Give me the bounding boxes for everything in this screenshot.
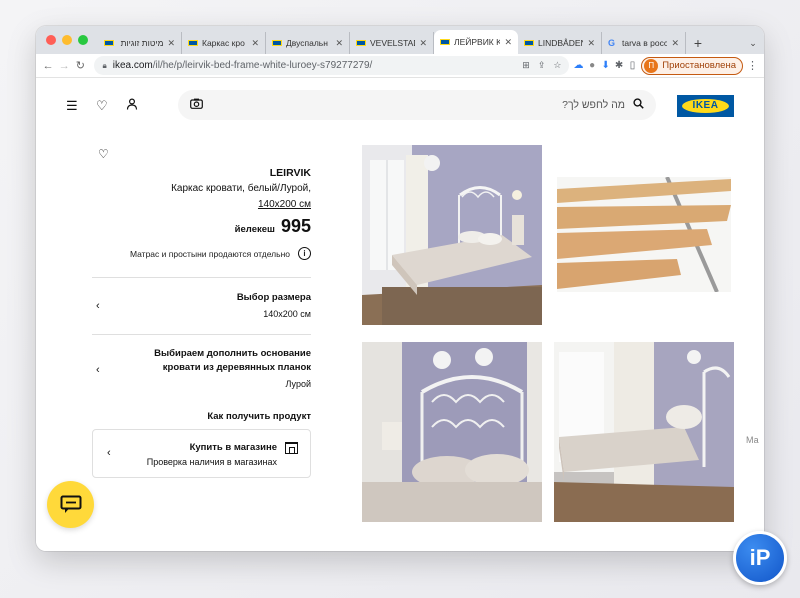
chevron-left-icon[interactable]: ‹ (96, 364, 100, 376)
size-option-value: 140x200 см (263, 309, 311, 319)
ikea-favicon-icon (188, 40, 198, 46)
favourite-heart-icon[interactable]: ♡ (98, 147, 109, 161)
profile-avatar: П (644, 58, 659, 73)
tab-6[interactable]: G tarva в росс ✕ (602, 32, 686, 54)
close-icon[interactable]: ✕ (671, 38, 679, 49)
slats-option-value: Лурой (285, 379, 311, 389)
tab-3[interactable]: VEVELSTAD ✕ (350, 32, 434, 54)
product-size-link[interactable]: 140x200 см (92, 199, 311, 210)
product-description: Каркас кровати, белый/Лурой, (171, 183, 311, 194)
heart-icon[interactable]: ♡ (96, 98, 108, 114)
product-image-side[interactable] (554, 342, 734, 522)
hamburger-menu-icon[interactable]: ☰ (66, 98, 78, 114)
site-header: ☰ ♡ מה לחפש לך? IKEA (36, 79, 764, 131)
ikea-favicon-icon (440, 39, 450, 45)
buy-in-store-card[interactable]: ‹ Купить в магазине Проверка наличия в м… (92, 429, 311, 478)
search-input[interactable]: מה לחפש לך? (562, 99, 625, 111)
user-icon[interactable] (126, 98, 138, 113)
info-icon[interactable]: i (298, 247, 311, 260)
side-panel-icon[interactable]: ▯ (628, 60, 637, 71)
ip-watermark-badge: iP (733, 531, 787, 585)
minimize-window-button[interactable] (62, 35, 72, 45)
store-icon (285, 442, 298, 454)
price-currency: йелекеш (234, 224, 275, 235)
tab-5[interactable]: LINDBÅDEN ✕ (518, 32, 602, 54)
how-to-get-heading: Как получить продукт (207, 411, 311, 422)
ikea-favicon-icon (356, 40, 366, 46)
search-icon[interactable] (633, 98, 644, 112)
camera-search-icon[interactable] (190, 98, 203, 112)
ikea-favicon-icon (272, 40, 282, 46)
product-name: LEIRVIK (269, 167, 311, 179)
web-page: ☰ ♡ מה לחפש לך? IKEA ♡ LEIRVIK Каркас кр… (36, 79, 764, 551)
close-icon[interactable]: ✕ (419, 38, 427, 49)
browser-toolbar: ← → ↻ 🔒︎ ikea.com/il/he/p/leirvik-bed-fr… (36, 54, 764, 78)
maximize-window-button[interactable] (78, 35, 88, 45)
tab-title: ЛЕЙРВИК K (454, 37, 501, 47)
size-option-title[interactable]: Выбор размера (92, 291, 311, 305)
tab-1[interactable]: Каркас кро ✕ (182, 32, 266, 54)
tab-strip: מיטות זוגיות ✕ Каркас кро ✕ Двуспальн ✕ … (36, 26, 764, 54)
cloud-extension-icon[interactable]: ☁ (573, 60, 583, 71)
close-window-button[interactable] (46, 35, 56, 45)
chat-bubble-icon (60, 495, 81, 513)
tab-title: Каркас кро (202, 38, 245, 48)
product-image-headboard[interactable] (362, 342, 542, 522)
tab-2[interactable]: Двуспальн ✕ (266, 32, 350, 54)
download-extension-icon[interactable]: ⬇ (601, 60, 610, 71)
tab-4-active[interactable]: ЛЕЙРВИК K ✕ (434, 30, 518, 54)
bookmark-star-icon[interactable]: ☆ (553, 60, 561, 71)
chat-button[interactable] (47, 481, 94, 528)
browser-window: מיטות זוגיות ✕ Каркас кро ✕ Двуспальн ✕ … (36, 26, 764, 551)
profile-button[interactable]: П Приостановлена (641, 56, 743, 75)
store-subtitle: Проверка наличия в магазинах (146, 457, 277, 467)
lock-icon: 🔒︎ (102, 60, 107, 70)
note-text: Матрас и простыни продаются отдельно (129, 248, 290, 259)
ikea-favicon-icon (104, 40, 114, 46)
logo-text: IKEA (682, 99, 729, 113)
search-bar[interactable]: מה לחפש לך? (178, 90, 656, 120)
tab-search-chevron-icon[interactable]: ⌄ (742, 32, 764, 54)
circle-extension-icon[interactable]: ● (587, 60, 596, 71)
chevron-left-icon: ‹ (107, 447, 111, 459)
close-icon[interactable]: ✕ (167, 38, 175, 49)
ikea-favicon-icon (524, 40, 534, 46)
omnibox-actions: ⊞ ⇪ ☆ (522, 60, 561, 71)
product-image-bedroom[interactable] (362, 145, 542, 325)
address-bar[interactable]: 🔒︎ ikea.com/il/he/p/leirvik-bed-frame-wh… (94, 56, 570, 75)
slats-option-title[interactable]: Выбираем дополнить основание кровати из … (116, 347, 311, 375)
window-controls (36, 35, 98, 54)
translate-icon[interactable]: ⊞ (522, 60, 530, 71)
product-price: йелекеш 995 (92, 216, 311, 237)
close-icon[interactable]: ✕ (251, 38, 259, 49)
share-icon[interactable]: ⇪ (538, 60, 546, 71)
store-title: Купить в магазине (189, 442, 277, 453)
menu-kebab-icon[interactable]: ⋮ (747, 59, 758, 72)
back-arrow-icon[interactable]: ← (42, 60, 54, 72)
side-hint-text: Ма (746, 435, 759, 445)
close-icon[interactable]: ✕ (587, 38, 595, 49)
tab-0[interactable]: מיטות זוגיות ✕ (98, 32, 182, 54)
close-icon[interactable]: ✕ (504, 37, 512, 48)
extensions-puzzle-icon[interactable]: ✱ (614, 60, 623, 71)
tab-title: מיטות זוגיות (120, 38, 164, 48)
divider (92, 334, 311, 335)
reload-icon[interactable]: ↻ (74, 59, 86, 72)
new-tab-button[interactable]: + (686, 32, 710, 54)
price-value: 995 (280, 216, 311, 236)
tab-title: Двуспальн (286, 38, 328, 48)
profile-label: Приостановлена (662, 60, 736, 71)
close-icon[interactable]: ✕ (335, 38, 343, 49)
google-favicon-icon: G (608, 38, 616, 48)
product-image-slats[interactable] (557, 177, 731, 292)
tab-title: LINDBÅDEN (538, 38, 584, 48)
url-text[interactable]: ikea.com/il/he/p/leirvik-bed-frame-white… (113, 60, 373, 71)
tabs: מיטות זוגיות ✕ Каркас кро ✕ Двуспальн ✕ … (98, 30, 764, 54)
product-note: Матрас и простыни продаются отдельно i (92, 247, 311, 260)
tab-title: tarva в росс (622, 38, 668, 48)
tab-title: VEVELSTAD (370, 38, 416, 48)
divider (92, 277, 311, 278)
forward-arrow-icon[interactable]: → (58, 60, 70, 72)
ikea-logo[interactable]: IKEA (677, 95, 734, 117)
